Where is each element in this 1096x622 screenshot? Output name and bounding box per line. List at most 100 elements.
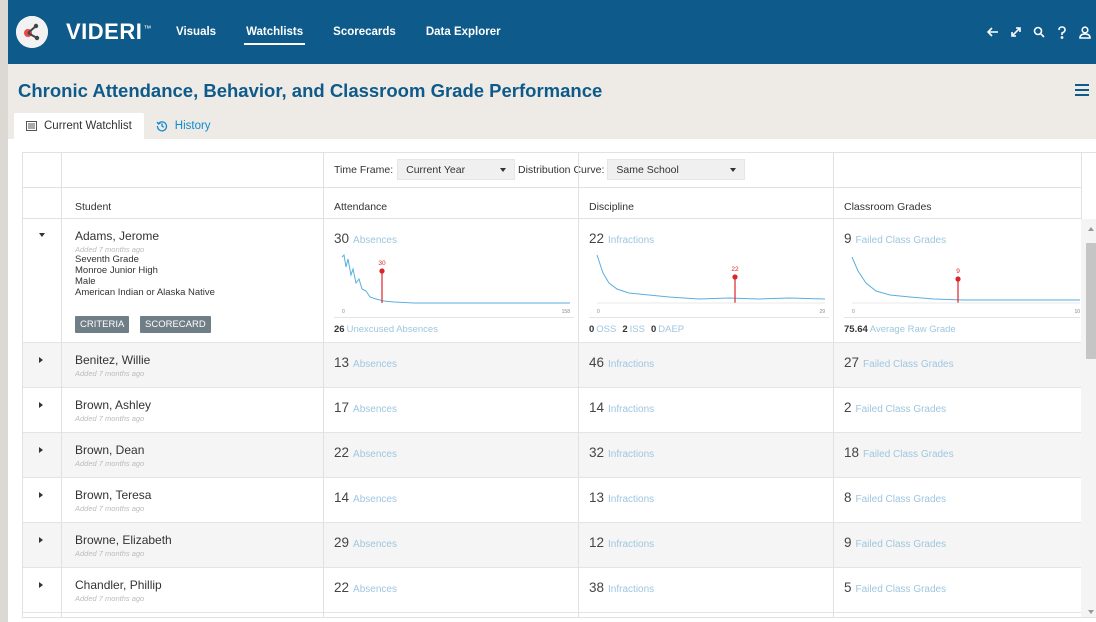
column-header-classroom-grades[interactable]: Classroom Grades [844,201,932,213]
table-row[interactable]: Brown, Teresa Added 7 months ago 14 Absen… [23,478,1081,523]
student-name[interactable]: Brown, Ashley [75,398,151,412]
student-name[interactable]: Benitez, Willie [75,353,150,367]
failed-grades-label[interactable]: Failed Class Grades [856,584,947,595]
absences-label[interactable]: Absences [353,235,397,246]
hamburger-menu-icon[interactable] [1075,84,1089,96]
expand-row-icon[interactable] [39,537,43,543]
infractions-label[interactable]: Infractions [608,235,654,246]
failed-grades-label[interactable]: Failed Class Grades [856,404,947,415]
user-icon[interactable] [1073,22,1096,42]
student-name[interactable]: Brown, Dean [75,443,144,457]
infractions-label[interactable]: Infractions [608,494,654,505]
average-raw-grade-label[interactable]: Average Raw Grade [870,324,956,335]
table-row[interactable]: Benitez, Willie Added 7 months ago 13 Abs… [23,343,1081,388]
expand-row-icon[interactable] [39,357,43,363]
grades-marker-dot [955,276,961,282]
column-header-discipline[interactable]: Discipline [589,201,634,213]
daep-label[interactable]: DAEP [658,324,684,335]
failed-grades-metric: 5 Failed Class Grades [844,580,946,595]
distribution-curve-value: Same School [616,163,679,176]
collapse-row-icon[interactable] [39,233,45,237]
average-raw-grade: 75.64 Average Raw Grade [844,324,962,335]
scrollbar-thumb[interactable] [1086,243,1096,359]
logo-icon[interactable] [16,16,48,48]
absences-label[interactable]: Absences [353,449,397,460]
added-date: Added 7 months ago [75,369,145,378]
absences-count: 29 [334,535,350,550]
tab-history[interactable]: History [144,113,223,139]
nav-scorecards[interactable]: Scorecards [333,0,396,64]
failed-grades-label[interactable]: Failed Class Grades [856,494,947,505]
distribution-curve-select[interactable]: Same School [607,159,746,180]
student-school: Monroe Junior High [75,265,158,276]
expand-icon[interactable] [1004,22,1027,42]
table-row[interactable]: Brown, Ashley Added 7 months ago 17 Absen… [23,388,1081,433]
expand-row-icon[interactable] [39,582,43,588]
table-row[interactable]: Adams, Jerome Added 7 months ago Seventh… [23,219,1081,343]
table-row[interactable]: Chandler, Phillip Added 7 months ago 22 A… [23,568,1081,613]
student-name[interactable]: Adams, Jerome [75,229,159,243]
iss-label[interactable]: ISS [630,324,645,335]
infractions-count: 13 [589,490,605,505]
infractions-count: 32 [589,445,605,460]
tab-current-watchlist[interactable]: Current Watchlist [14,113,144,139]
time-frame-value: Current Year [406,163,466,176]
back-arrow-icon[interactable] [981,22,1004,42]
absences-metric: 22 Absences [334,580,397,595]
help-icon[interactable] [1050,22,1073,42]
infractions-label[interactable]: Infractions [608,584,654,595]
expand-row-icon[interactable] [39,492,43,498]
student-name[interactable]: Browne, Elizabeth [75,533,172,547]
table-row[interactable]: Brown, Dean Added 7 months ago 22 Absence… [23,433,1081,478]
scorecard-button[interactable]: SCORECARD [140,316,211,333]
failed-grades-count: 9 [844,231,852,246]
average-raw-grade-value: 75.64 [844,324,868,335]
nav-watchlists[interactable]: Watchlists [244,0,306,64]
expand-row-icon[interactable] [39,447,43,453]
table-row[interactable]: Browne, Elizabeth Added 7 months ago 29 A… [23,523,1081,568]
infractions-label[interactable]: Infractions [608,404,654,415]
scroll-up-icon[interactable] [1088,227,1094,231]
absences-label[interactable]: Absences [353,359,397,370]
added-date: Added 7 months ago [75,459,145,468]
failed-grades-metric: 27 Failed Class Grades [844,355,954,370]
failed-grades-label[interactable]: Failed Class Grades [863,449,954,460]
oss-label[interactable]: OSS [596,324,616,335]
infractions-metric: 32 Infractions [589,445,654,460]
infractions-label[interactable]: Infractions [608,359,654,370]
absences-count: 22 [334,445,350,460]
failed-grades-metric: 2 Failed Class Grades [844,400,946,415]
list-icon [26,121,37,131]
absences-label[interactable]: Absences [353,404,397,415]
time-frame-select[interactable]: Current Year [397,159,516,180]
infractions-label[interactable]: Infractions [608,449,654,460]
column-header-attendance[interactable]: Attendance [334,201,387,213]
top-icons [981,0,1096,64]
expand-row-icon[interactable] [39,402,43,408]
grades-distribution-chart: 9 0 10 [851,256,1080,315]
absences-label[interactable]: Absences [353,584,397,595]
attendance-curve [341,253,570,304]
absences-label[interactable]: Absences [353,494,397,505]
search-icon[interactable] [1027,22,1050,42]
distribution-curve-filter: Distribution Curve: Same School [518,159,746,180]
attendance-x-min: 0 [342,309,345,315]
failed-grades-label[interactable]: Failed Class Grades [856,539,947,550]
history-icon [156,121,167,132]
brand-name[interactable]: VIDERI™ [66,19,152,45]
nav-data-explorer[interactable]: Data Explorer [426,0,501,64]
criteria-button[interactable]: CRITERIA [75,316,130,333]
discipline-chart-divider [589,317,829,318]
student-name[interactable]: Chandler, Phillip [75,578,162,592]
scroll-down-icon[interactable] [1088,610,1094,614]
nav-visuals[interactable]: Visuals [176,0,216,64]
failed-grades-label[interactable]: Failed Class Grades [856,235,947,246]
failed-grades-label[interactable]: Failed Class Grades [863,359,954,370]
absences-label[interactable]: Absences [353,539,397,550]
unexcused-label[interactable]: Unexcused Absences [347,324,438,335]
student-name[interactable]: Brown, Teresa [75,488,151,502]
column-header-student[interactable]: Student [75,201,111,213]
infractions-label[interactable]: Infractions [608,539,654,550]
infractions-metric: 22 Infractions [589,231,654,246]
time-frame-filter: Time Frame: Current Year [334,159,516,180]
